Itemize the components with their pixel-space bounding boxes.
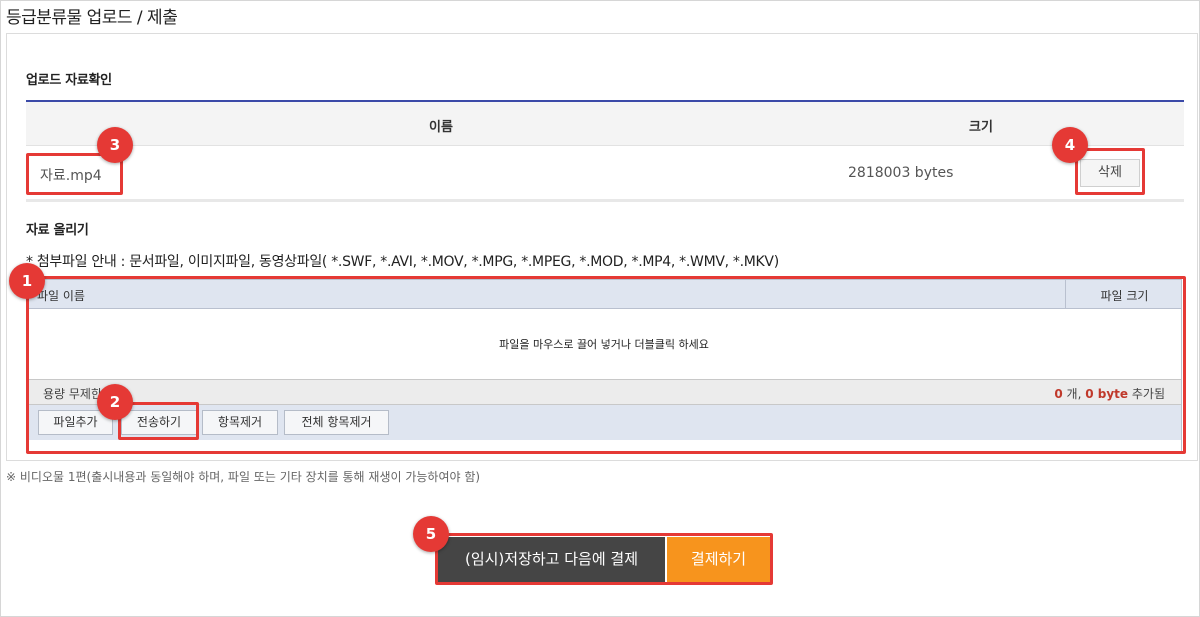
- remove-item-button[interactable]: 항목제거: [202, 410, 278, 435]
- added-label: 추가됨: [1131, 387, 1165, 401]
- pay-button[interactable]: 결제하기: [667, 537, 770, 582]
- uploaded-file-size: 2818003 bytes: [848, 165, 954, 181]
- uploader-toolbar: 파일추가 전송하기 항목제거 전체 항목제거: [27, 405, 1181, 440]
- uploaded-file-name[interactable]: 자료.mp4: [40, 165, 102, 185]
- added-status: 0 개, 0 byte 추가됨: [1054, 385, 1165, 402]
- table-header: 이름 크기: [26, 102, 1184, 146]
- drop-zone[interactable]: 파일을 마우스로 끌어 넣거나 더블클릭 하세요: [27, 309, 1181, 379]
- save-and-pay-later-button[interactable]: (임시)저장하고 다음에 결제: [438, 537, 665, 582]
- annotation-badge-1: 1: [9, 263, 45, 299]
- annotation-badge-5: 5: [413, 516, 449, 552]
- column-divider[interactable]: [1065, 280, 1066, 308]
- capacity-label: 용량 무제한: [43, 387, 103, 401]
- send-button[interactable]: 전송하기: [121, 410, 197, 435]
- attachment-guide: * 첨부파일 안내 : 문서파일, 이미지파일, 동영상파일( *.SWF, *…: [26, 254, 779, 270]
- file-count-unit: 개,: [1066, 387, 1082, 401]
- uploader-header: 파일 이름 파일 크기: [27, 280, 1181, 309]
- video-note: ※ 비디오물 1편(출시내용과 동일해야 하며, 파일 또는 기타 장치를 통해…: [6, 470, 481, 484]
- total-bytes: 0 byte: [1085, 387, 1129, 401]
- upload-section-title: 자료 올리기: [26, 223, 89, 238]
- page-title: 등급분류물 업로드 / 제출: [6, 8, 178, 28]
- capacity-bar: 용량 무제한 0 개, 0 byte 추가됨: [27, 379, 1181, 405]
- column-header-name: 이름: [429, 120, 453, 135]
- annotation-badge-3: 3: [97, 127, 133, 163]
- uploader-column-file-size: 파일 크기: [1100, 289, 1149, 303]
- annotation-badge-4: 4: [1052, 127, 1088, 163]
- uploaded-section-title: 업로드 자료확인: [26, 73, 112, 88]
- table-row: 자료.mp4 2818003 bytes 삭제: [26, 146, 1184, 202]
- remove-all-button[interactable]: 전체 항목제거: [284, 410, 389, 435]
- uploader-column-file-name: 파일 이름: [37, 289, 85, 303]
- column-header-size: 크기: [969, 120, 993, 135]
- file-uploader: 파일 이름 파일 크기 파일을 마우스로 끌어 넣거나 더블클릭 하세요 용량 …: [26, 279, 1182, 453]
- annotation-badge-2: 2: [97, 384, 133, 420]
- delete-button[interactable]: 삭제: [1080, 159, 1140, 187]
- drop-zone-message: 파일을 마우스로 끌어 넣거나 더블클릭 하세요: [499, 338, 709, 351]
- file-count: 0: [1054, 387, 1063, 401]
- uploaded-files-table: 이름 크기 자료.mp4 2818003 bytes 삭제: [26, 100, 1184, 204]
